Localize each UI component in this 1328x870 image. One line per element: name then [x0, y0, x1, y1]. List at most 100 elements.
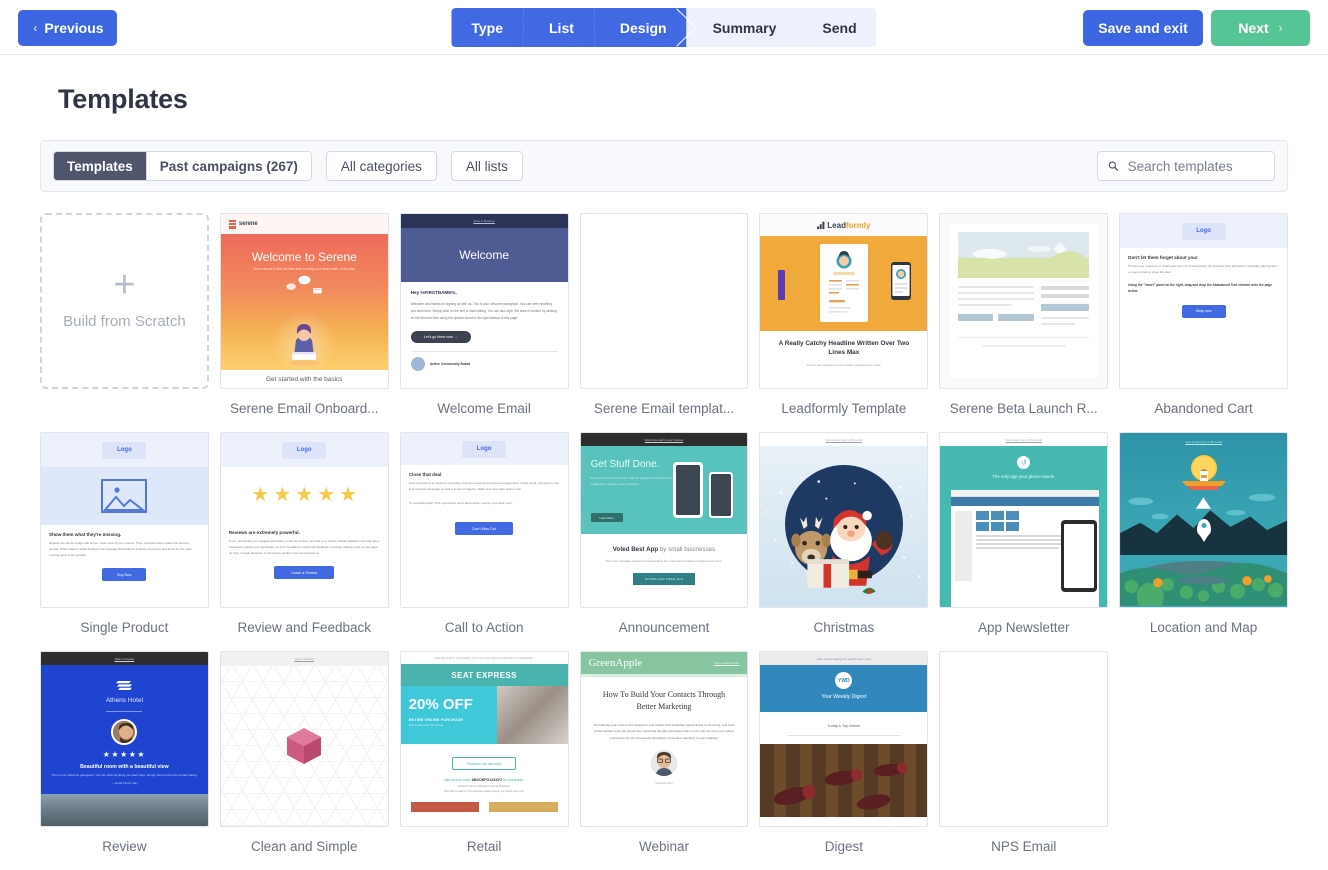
template-caption-app-newsletter: App Newsletter	[977, 620, 1070, 635]
browser-chrome	[951, 490, 1100, 497]
webinar-body: How To Build Your Contacts Through Bette…	[581, 677, 748, 785]
all-categories-dropdown[interactable]: All categories	[325, 151, 437, 181]
template-caption-nps-email: NPS Email	[991, 839, 1057, 854]
all-categories-label: All categories	[340, 158, 422, 174]
welcome-paragraph: Welcome and thanks for signing up with u…	[410, 302, 557, 321]
announcement-view-in-browser: View this email in your browser	[644, 437, 684, 442]
leadformly-subline: One or two sentence reason briefly expla…	[806, 362, 881, 367]
serene-footer-label: Get started with the basics	[220, 370, 388, 388]
template-thumb-serene-beta[interactable]	[939, 213, 1109, 389]
location-view-in-browser: View a web copy of this email	[1185, 440, 1222, 444]
page-content: Templates Templates Past campaigns (267)…	[0, 84, 1328, 870]
template-thumb-serene-onboarding[interactable]: serene Welcome to Serene You're about to…	[219, 213, 389, 389]
campaign-stepper: Type List Design Summary Send	[451, 8, 877, 47]
template-thumb-serene-email-template[interactable]	[579, 213, 749, 389]
image-icon	[101, 479, 148, 513]
template-thumb-call-to-action[interactable]: Logo Close that deal Your customer is so…	[399, 432, 569, 608]
template-thumb-single-product[interactable]: Logo Show them what they're missing. Rep…	[40, 432, 209, 608]
retail-redeem-button: Redeem my discount	[452, 757, 517, 770]
template-cell-serene-beta: Serene Beta Launch R...	[939, 213, 1109, 432]
template-cell-app-newsletter: View a web copy of this email ↺ The only…	[939, 432, 1109, 651]
build-from-scratch-cell: + Build from Scratch	[40, 213, 209, 432]
template-thumb-location-and-map[interactable]: View a web copy of this email	[1119, 432, 1288, 608]
announcement-headline: Get Stuff Done.	[590, 459, 660, 470]
clean-pattern-body	[220, 666, 388, 826]
segment-past-campaigns-label: Past campaigns (267)	[159, 158, 298, 174]
templates-grid: + Build from Scratch serene Welcome to S…	[40, 213, 1288, 870]
template-thumb-welcome-email[interactable]: View in Browser Welcome Hey %FIRSTNAME%,…	[399, 213, 569, 389]
next-button[interactable]: Next ›	[1211, 10, 1310, 46]
announcement-preheader: View this email in your browser	[580, 433, 748, 446]
retail-bottom-products	[401, 795, 568, 812]
review-divider	[106, 711, 143, 712]
template-thumb-app-newsletter[interactable]: View a web copy of this email ↺ The only…	[939, 432, 1109, 608]
template-caption-webinar: Webinar	[638, 839, 689, 854]
review-star-rating: ★★★★★	[102, 750, 147, 759]
logo-placeholder: Logo	[1181, 222, 1226, 240]
review-hero: Athens Hotel ★★★★★ Beautiful room with a…	[41, 665, 208, 794]
abandoned-cart-paragraph-2: Using the "Insert" panel on the right, d…	[1128, 283, 1273, 294]
previous-button[interactable]: ‹ Previous	[18, 10, 117, 46]
welcome-greeting: Hey %FIRSTNAME%,	[410, 290, 457, 295]
retail-promo-code: ABCDEFG123XYZ	[471, 778, 503, 782]
santa-illustration	[766, 470, 921, 594]
review-attribution: — Hotel Scroll, Italy	[111, 780, 138, 785]
template-cell-call-to-action: Logo Close that deal Your customer is so…	[399, 432, 569, 651]
template-thumb-retail[interactable]: View this email in your browser. If you …	[399, 651, 569, 827]
build-from-scratch-card[interactable]: + Build from Scratch	[40, 213, 209, 389]
template-cell-christmas: View a web copy of this email Christmas	[759, 432, 929, 651]
all-lists-dropdown[interactable]: All lists	[450, 151, 523, 181]
template-thumb-digest[interactable]: Have issues viewing this email? Learn mo…	[759, 651, 929, 827]
segment-past-campaigns[interactable]: Past campaigns (267)	[145, 152, 311, 180]
search-templates-box[interactable]	[1097, 151, 1275, 181]
serene-headline: Welcome to Serene	[251, 250, 357, 264]
retail-discount-fine: Promo code ends this Sunday	[408, 724, 444, 727]
single-product-paragraph: Replace the above image with a nice, cle…	[49, 541, 192, 557]
step-type[interactable]: Type	[451, 8, 524, 47]
template-thumb-clean-and-simple[interactable]: View in browser	[219, 651, 389, 827]
template-thumb-announcement[interactable]: View this email in your browser Get Stuf…	[579, 432, 749, 608]
template-caption-abandoned-cart: Abandoned Cart	[1154, 401, 1253, 416]
template-thumb-abandoned-cart[interactable]: Logo Don't let them forget about you! Pr…	[1119, 213, 1288, 389]
retail-interior-photo	[497, 686, 568, 744]
retail-preheader: View this email in your browser. If you …	[400, 652, 568, 664]
segment-templates[interactable]: Templates	[54, 152, 146, 180]
template-cell-abandoned-cart: Logo Don't let them forget about you! Pr…	[1119, 213, 1288, 432]
template-cell-webinar: GreenApple View in web browser How To Bu…	[579, 651, 749, 870]
clean-preheader: View in browser	[220, 652, 388, 666]
step-design[interactable]: Design	[593, 8, 687, 47]
step-send[interactable]: Send	[796, 8, 877, 47]
template-thumb-leadformly[interactable]: Leadformly A Really Catchy Headline Writ…	[759, 213, 929, 389]
welcome-avatar	[410, 357, 425, 372]
template-cell-serene-email-template: Serene Email templat...	[579, 213, 749, 432]
step-summary[interactable]: Summary	[686, 8, 797, 47]
retail-promo-pre: Use promo code	[444, 778, 472, 782]
template-thumb-nps-email[interactable]	[939, 651, 1109, 827]
app-logo-icon: ↺	[1017, 456, 1031, 469]
retail-brand-band: SEAT EXPRESS	[400, 664, 568, 686]
retail-view-in-browser: View this email in your browser. If you …	[434, 656, 534, 660]
save-and-exit-label: Save and exit	[1098, 20, 1188, 36]
step-list[interactable]: List	[523, 8, 594, 47]
template-caption-christmas: Christmas	[813, 620, 875, 635]
christmas-preheader: View a web copy of this email	[760, 433, 928, 446]
digest-divider	[787, 735, 901, 736]
template-thumb-christmas[interactable]: View a web copy of this email	[759, 432, 929, 608]
template-caption-review: Review	[102, 839, 147, 854]
welcome-hero: Welcome	[400, 228, 568, 282]
template-thumb-webinar[interactable]: GreenApple View in web browser How To Bu…	[579, 651, 749, 827]
digest-article-photo	[760, 744, 928, 817]
save-and-exit-button[interactable]: Save and exit	[1083, 10, 1203, 46]
single-product-logo-band: Logo	[41, 433, 208, 467]
template-caption-retail: Retail	[466, 839, 502, 854]
template-thumb-review-and-feedback[interactable]: Logo ★ ★ ★ ★ ★ Reviews are extremely pow…	[219, 432, 389, 608]
leadformly-logo-label: Leadformly	[827, 220, 871, 230]
cta-headline: Close that deal	[408, 472, 442, 477]
review-headline: Reviews are extremely powerful.	[228, 530, 300, 535]
review-paragraph: If you can identify your biggest advocat…	[228, 539, 380, 555]
abandoned-cart-logo-band: Logo	[1120, 214, 1287, 248]
search-input[interactable]	[1125, 157, 1264, 175]
single-product-cta: Buy Now	[102, 568, 147, 581]
template-thumb-review[interactable]: View in browser Athens Hotel ★★★★★ Beaut…	[40, 651, 209, 827]
snow-peak-icon	[1195, 497, 1212, 509]
